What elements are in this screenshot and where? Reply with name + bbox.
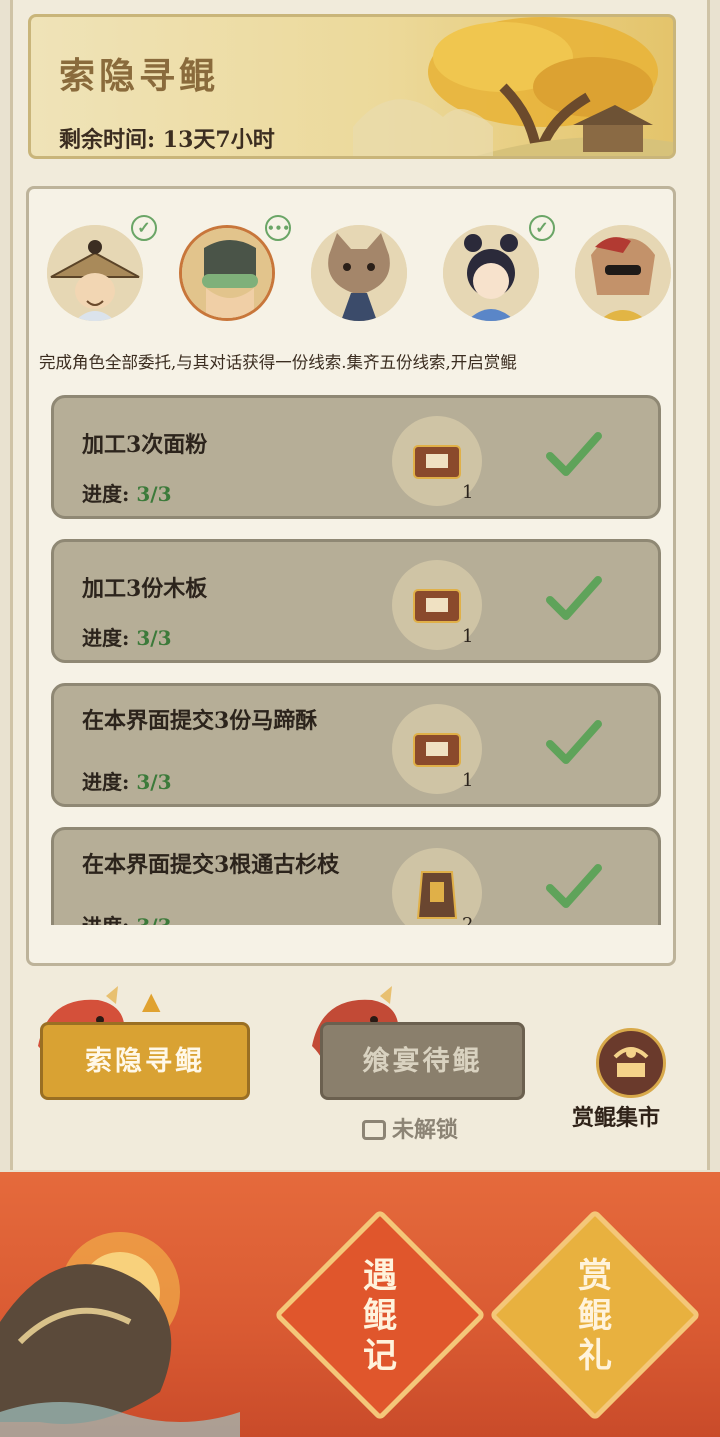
page-title: 索隐寻鲲	[59, 55, 220, 97]
reward-quantity: 1	[462, 626, 474, 647]
task-list[interactable]: 加工3次面粉 进度: 3/3 1 加工3份木板 进度: 3/3 1 在本界面提交…	[51, 395, 661, 925]
upgrade-arrow-icon: ▲	[142, 986, 161, 1015]
girl-portrait-icon	[443, 225, 539, 321]
done-check-icon	[546, 864, 602, 908]
avatar-cat-character[interactable]	[311, 225, 407, 321]
task-card: 在本界面提交3份马蹄酥 进度: 3/3 1	[51, 683, 661, 807]
avatar-girl-character[interactable]	[443, 225, 539, 321]
task-name: 加工3份木板	[82, 576, 208, 602]
ox-portrait-icon	[575, 225, 671, 321]
task-name: 加工3次面粉	[82, 432, 208, 458]
task-card: 在本界面提交3根通古杉枝 进度: 3/3 2	[51, 827, 661, 925]
task-name: 在本界面提交3份马蹄酥	[82, 708, 318, 734]
done-check-icon	[546, 576, 602, 620]
reward-quantity: 2	[462, 914, 474, 925]
task-card: 加工3份木板 进度: 3/3 1	[51, 539, 661, 663]
quest-panel: ✓ ••• ✓ 完成角色全部委托,与其对话获得一份线索.集齐五份线索,开启赏鲲 …	[26, 186, 676, 966]
avatar-green-masked-character[interactable]	[179, 225, 275, 321]
done-check-icon	[546, 720, 602, 764]
seek-kun-button[interactable]: 索隐寻鲲	[40, 1022, 250, 1100]
market-stall-icon	[613, 1047, 649, 1077]
reward-quantity: 1	[462, 482, 474, 503]
task-progress: 进度: 3/3	[82, 626, 172, 650]
chat-bubble-icon: •••	[265, 215, 291, 241]
lock-icon	[362, 1120, 386, 1140]
clue-hint-text: 完成角色全部委托,与其对话获得一份线索.集齐五份线索,开启赏鲲	[39, 353, 517, 372]
done-check-icon	[546, 432, 602, 476]
reward-quantity: 1	[462, 770, 474, 791]
complete-check-icon: ✓	[131, 215, 157, 241]
character-avatars: ✓ ••• ✓	[47, 215, 671, 325]
villager-portrait-icon	[47, 225, 143, 321]
tree-illustration	[353, 17, 673, 156]
masked-character-portrait-icon	[182, 228, 272, 318]
task-card: 加工3次面粉 进度: 3/3 1	[51, 395, 661, 519]
complete-check-icon: ✓	[529, 215, 555, 241]
task-progress: 进度: 3/3	[82, 910, 172, 925]
task-progress: 进度: 3/3	[82, 770, 172, 794]
market-button[interactable]	[596, 1028, 666, 1098]
avatar-bamboo-hat-villager[interactable]	[47, 225, 143, 321]
reward-gift-label: 赏鲲礼	[578, 1256, 612, 1376]
remaining-time: 剩余时间: 13天7小时	[59, 127, 275, 153]
market-label: 赏鲲集市	[572, 1105, 661, 1131]
task-name: 在本界面提交3根通古杉枝	[82, 852, 340, 878]
feast-kun-button[interactable]: 飨宴待鲲	[320, 1022, 525, 1100]
cat-portrait-icon	[311, 225, 407, 321]
task-progress: 进度: 3/3	[82, 482, 172, 506]
locked-status: 未解锁	[362, 1112, 458, 1144]
event-header: 索隐寻鲲 剩余时间: 13天7小时	[28, 14, 676, 159]
avatar-ox-character[interactable]	[575, 225, 671, 321]
encounter-log-label: 遇鲲记	[363, 1256, 397, 1376]
